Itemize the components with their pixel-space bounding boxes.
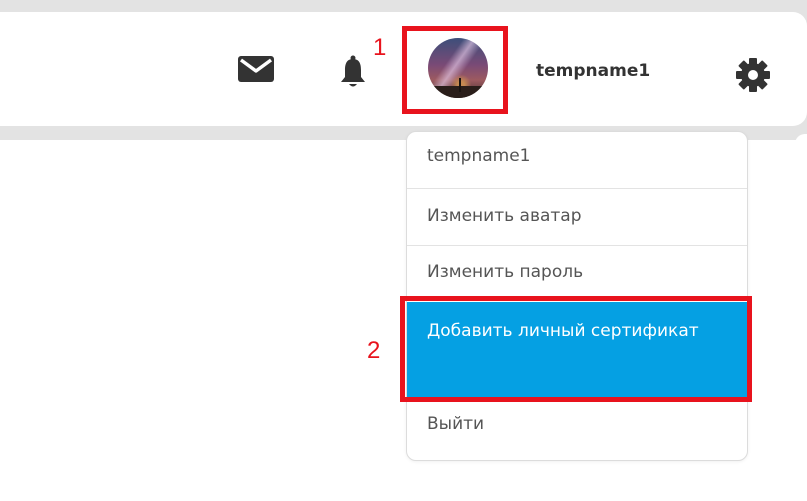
annotation-box-avatar — [402, 26, 508, 114]
username-label[interactable]: tempname1 — [536, 60, 650, 82]
menu-item-change-password[interactable]: Изменить пароль — [407, 245, 747, 300]
menu-item-username[interactable]: tempname1 — [407, 144, 747, 188]
menu-item-change-avatar[interactable]: Изменить аватар — [407, 188, 747, 245]
menu-item-logout[interactable]: Выйти — [407, 400, 747, 450]
bell-icon[interactable] — [339, 55, 367, 89]
gear-icon[interactable] — [734, 56, 772, 94]
annotation-marker-2: 2 — [367, 337, 381, 364]
annotation-box-certificate — [400, 296, 752, 402]
mail-icon[interactable] — [238, 56, 274, 82]
annotation-marker-1: 1 — [373, 34, 387, 61]
